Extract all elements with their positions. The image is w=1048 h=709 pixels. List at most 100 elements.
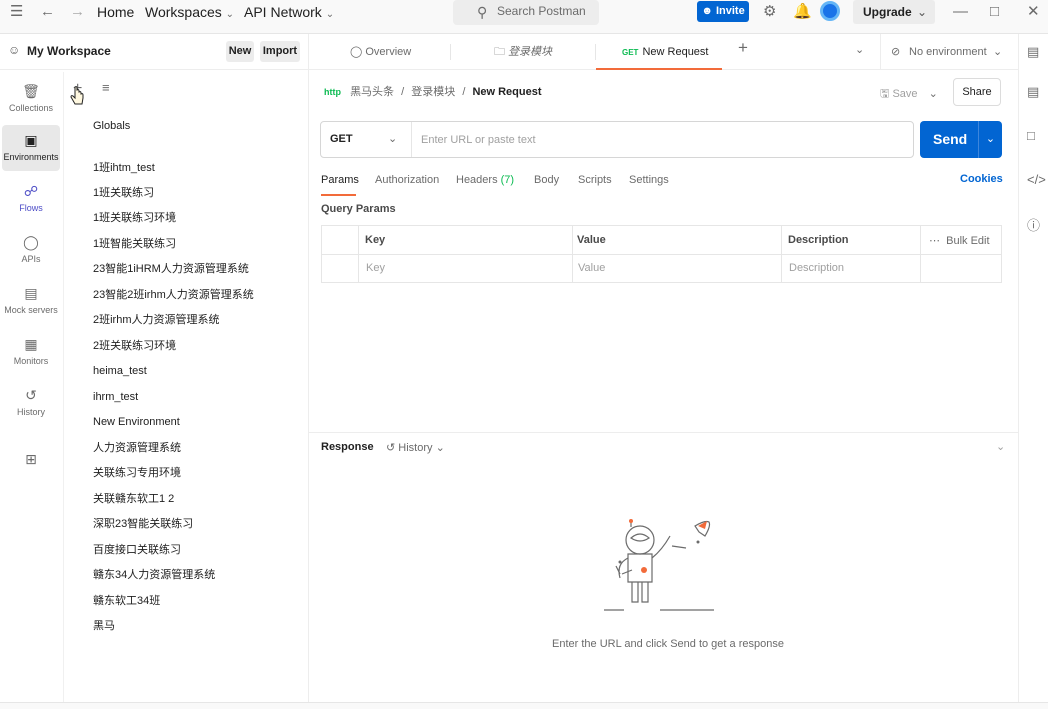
documentation-icon[interactable]: ▤ <box>1027 84 1039 100</box>
list-item[interactable]: 23智能1iHRM人力资源管理系统 <box>93 262 249 276</box>
rail-item-environments[interactable]: ▣ Environments <box>2 125 60 171</box>
send-button[interactable]: Send ⌄ <box>920 121 1002 158</box>
description-input[interactable]: Description <box>789 262 844 274</box>
list-item[interactable]: 2班关联练习环境 <box>93 339 176 353</box>
nav-workspaces[interactable]: Workspaces ⌄ <box>145 4 234 23</box>
tab-body[interactable]: Body <box>534 173 559 187</box>
rail-item-label: APIs <box>21 254 41 264</box>
table-row-divider <box>322 254 1001 255</box>
chevron-down-icon: ⌄ <box>325 9 335 20</box>
upgrade-button[interactable]: Upgrade ⌄ <box>853 0 935 24</box>
breadcrumb-request[interactable]: New Request <box>472 86 541 98</box>
list-item[interactable]: 深职23智能关联练习 <box>93 517 193 531</box>
chevron-down-icon[interactable]: ⌄ <box>388 132 397 145</box>
list-item[interactable]: 关联赣东软工1 2 <box>93 492 174 506</box>
bulk-edit-button[interactable]: ⋯ Bulk Edit <box>929 234 990 247</box>
nav-home[interactable]: Home <box>97 4 134 20</box>
collections-icon: 🗑 <box>22 83 40 99</box>
url-input[interactable] <box>421 128 901 152</box>
list-item[interactable]: 1班智能关联练习 <box>93 237 176 251</box>
list-item[interactable]: New Environment <box>93 415 180 429</box>
tab-authorization[interactable]: Authorization <box>375 173 439 187</box>
rail-item-configure[interactable]: ⊞ <box>2 444 60 490</box>
apis-icon: ◯ <box>23 234 39 250</box>
import-button[interactable]: Import <box>260 41 300 62</box>
code-icon[interactable]: </> <box>1027 172 1046 187</box>
flows-icon: ☍ <box>23 183 39 199</box>
breadcrumb-collection[interactable]: 黑马头条 <box>350 86 394 98</box>
chevron-down-icon[interactable]: ⌄ <box>978 121 1002 158</box>
list-item[interactable]: 1班关联练习 <box>93 186 154 200</box>
add-tab-icon[interactable]: + <box>738 39 748 56</box>
list-item[interactable]: 百度接口关联练习 <box>93 543 181 557</box>
list-item[interactable]: 1班关联练习环境 <box>93 211 176 225</box>
list-item[interactable]: 赣东软工34班 <box>93 594 160 608</box>
value-input[interactable]: Value <box>578 262 605 274</box>
list-item[interactable]: 1班ihtm_test <box>93 161 155 175</box>
environment-label: No environment <box>909 46 987 58</box>
info-icon[interactable]: ⓘ <box>1027 215 1040 234</box>
save-button[interactable]: 🖫 Save ⌄ <box>880 85 938 104</box>
nav-api-network-label: API Network <box>244 4 322 20</box>
close-icon[interactable]: ✕ <box>1027 2 1040 22</box>
list-item[interactable]: 23智能2班irhm人力资源管理系统 <box>93 288 254 302</box>
tab-overview[interactable]: ◯ Overview <box>350 45 411 59</box>
rail-divider <box>63 72 64 702</box>
nav-api-network[interactable]: API Network ⌄ <box>244 4 334 23</box>
rail-item-apis[interactable]: ◯ APIs <box>2 227 60 273</box>
history-icon: ↺ <box>25 387 37 403</box>
forward-arrow-icon[interactable]: → <box>70 2 85 22</box>
list-item[interactable]: 2班irhm人力资源管理系统 <box>93 313 220 327</box>
minimize-icon[interactable]: — <box>953 2 968 22</box>
list-item[interactable]: 赣东34人力资源管理系统 <box>93 568 215 582</box>
share-button[interactable]: Share <box>953 78 1001 106</box>
list-item[interactable]: 黑马 <box>93 619 115 633</box>
list-item[interactable]: 人力资源管理系统 <box>93 441 181 455</box>
column-header-description: Description <box>788 234 849 246</box>
rail-item-history[interactable]: ↺ History <box>2 380 60 426</box>
sidebar-divider <box>308 34 309 702</box>
collapse-response-chevron-icon[interactable]: ⌄ <box>996 440 1005 453</box>
chevron-down-icon: ⌄ <box>225 9 235 20</box>
environment-quick-look-icon[interactable]: ▤ <box>1027 44 1039 60</box>
list-item[interactable]: 关联练习专用环境 <box>93 466 181 480</box>
tab-params[interactable]: Params <box>321 173 359 187</box>
environment-selector[interactable]: ⊘ No environment ⌄ <box>880 34 1010 70</box>
search-bar[interactable]: ⚲ Search Postman <box>453 0 599 25</box>
tab-scripts[interactable]: Scripts <box>578 173 612 187</box>
globals-item[interactable]: Globals <box>93 120 130 132</box>
rail-item-label: Flows <box>19 203 43 213</box>
rail-item-flows[interactable]: ☍ Flows <box>2 176 60 222</box>
tab-label: Overview <box>365 46 412 58</box>
rail-item-mock-servers[interactable]: ▤ Mock servers <box>2 278 60 324</box>
method-select[interactable]: GET <box>330 133 353 145</box>
tab-headers[interactable]: Headers (7) <box>456 173 514 187</box>
list-item[interactable]: ihrm_test <box>93 390 138 404</box>
menu-icon[interactable]: ☰ <box>10 2 23 22</box>
workspace-title[interactable]: My Workspace <box>27 44 111 58</box>
monitors-icon: ▦ <box>24 336 38 352</box>
comments-icon[interactable]: □ <box>1027 128 1035 143</box>
filter-icon[interactable]: ≡ <box>102 80 110 95</box>
key-input[interactable]: Key <box>366 262 385 274</box>
list-item[interactable]: heima_test <box>93 364 147 378</box>
tab-new-request[interactable]: GET New Request <box>622 45 709 60</box>
tabs-overflow-chevron-icon[interactable]: ⌄ <box>855 43 864 57</box>
response-history-button[interactable]: ↺ History ⌄ <box>386 441 445 454</box>
rail-item-monitors[interactable]: ▦ Monitors <box>2 329 60 375</box>
new-button[interactable]: New <box>226 41 254 62</box>
column-divider <box>920 226 921 282</box>
cookies-link[interactable]: Cookies <box>960 173 1003 185</box>
rail-item-collections[interactable]: 🗑 Collections <box>2 76 60 122</box>
tab-settings[interactable]: Settings <box>629 173 669 187</box>
avatar[interactable] <box>820 1 840 21</box>
invite-button[interactable]: ☻ Invite <box>697 1 749 22</box>
notification-bell-icon[interactable]: 🔔 <box>793 2 812 22</box>
left-rail: 🗑 Collections ▣ Environments ☍ Flows ◯ A… <box>0 72 63 702</box>
back-arrow-icon[interactable]: ← <box>40 2 55 22</box>
tab-folder[interactable]: 🗀 登录模块 <box>494 45 552 59</box>
rail-item-label: Mock servers <box>4 305 58 315</box>
maximize-icon[interactable]: □ <box>990 2 999 22</box>
breadcrumb-folder[interactable]: 登录模块 <box>411 86 455 98</box>
settings-gear-icon[interactable]: ⚙ <box>763 2 776 22</box>
